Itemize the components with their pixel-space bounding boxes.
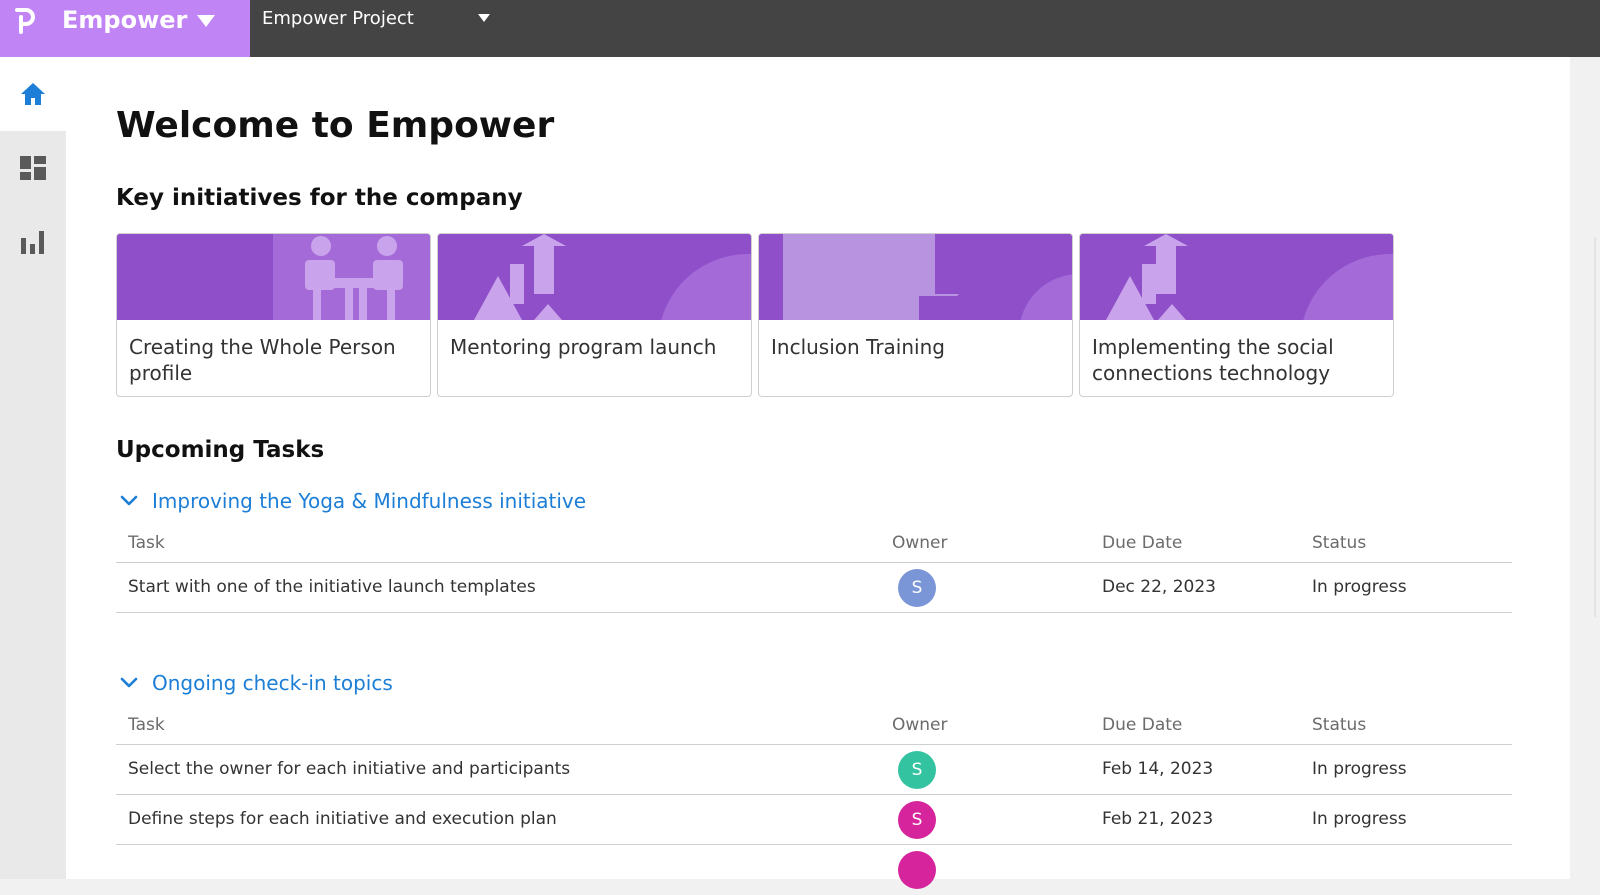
- column-header-task[interactable]: Task: [128, 533, 165, 553]
- task-name[interactable]: Select the owner for each initiative and…: [128, 759, 570, 779]
- column-header-status[interactable]: Status: [1312, 715, 1366, 735]
- task-group-title: Ongoing check-in topics: [152, 671, 393, 695]
- owner-avatar[interactable]: S: [898, 801, 936, 839]
- status-text: In progress: [1312, 759, 1407, 779]
- table-header: Task Owner Due Date Status: [116, 527, 1512, 563]
- initiatives-title: Key initiatives for the company: [116, 185, 523, 211]
- status-text: In progress: [1312, 809, 1407, 829]
- initiative-card-label: Inclusion Training: [771, 335, 945, 359]
- task-group-toggle[interactable]: Ongoing check-in topics: [116, 671, 393, 695]
- tasks-title: Upcoming Tasks: [116, 437, 325, 463]
- initiative-card[interactable]: Mentoring program launch: [437, 233, 752, 397]
- initiative-cards: Creating the Whole Person profile Mentor…: [116, 233, 1416, 397]
- dashboard-icon: [20, 156, 46, 180]
- column-header-owner[interactable]: Owner: [892, 715, 948, 735]
- arrows-up-icon: [438, 234, 751, 320]
- task-group-toggle[interactable]: Improving the Yoga & Mindfulness initiat…: [116, 489, 586, 513]
- initiative-card[interactable]: Creating the Whole Person profile: [116, 233, 431, 397]
- card-banner: [117, 234, 430, 320]
- column-header-owner[interactable]: Owner: [892, 533, 948, 553]
- speech-bubble-icon: [759, 234, 1072, 320]
- owner-avatar[interactable]: S: [898, 751, 936, 789]
- sidebar-item-home[interactable]: [0, 57, 66, 131]
- table-row[interactable]: Select the owner for each initiative and…: [116, 745, 1512, 795]
- column-header-task[interactable]: Task: [128, 715, 165, 735]
- scroll-edge: [1594, 237, 1596, 617]
- sidebar-item-reports[interactable]: [0, 205, 66, 279]
- owner-avatar-partial: [898, 851, 936, 889]
- chevron-down-icon: [120, 677, 138, 688]
- table-row-partial: [116, 845, 1512, 895]
- right-rail: [1570, 57, 1600, 879]
- task-table: Task Owner Due Date Status Start with on…: [116, 527, 1512, 613]
- sidebar-item-dashboard[interactable]: [0, 131, 66, 205]
- initiative-card[interactable]: Inclusion Training: [758, 233, 1073, 397]
- task-group-title: Improving the Yoga & Mindfulness initiat…: [152, 489, 587, 513]
- people-table-icon: [117, 234, 430, 320]
- task-name[interactable]: Start with one of the initiative launch …: [128, 577, 536, 597]
- owner-avatar[interactable]: S: [898, 569, 936, 607]
- task-table: Task Owner Due Date Status Select the ow…: [116, 709, 1512, 895]
- card-banner: [759, 234, 1072, 320]
- card-banner: [1080, 234, 1393, 320]
- brand-name: Empower: [62, 6, 188, 34]
- project-name[interactable]: Empower Project: [262, 8, 414, 29]
- column-header-due-date[interactable]: Due Date: [1102, 715, 1182, 735]
- project-dropdown-icon[interactable]: [478, 14, 490, 22]
- due-date: Dec 22, 2023: [1102, 577, 1217, 597]
- chevron-down-icon[interactable]: [196, 14, 216, 28]
- initiative-card-label: Implementing the social connections tech…: [1092, 335, 1334, 385]
- initiative-card[interactable]: Implementing the social connections tech…: [1079, 233, 1394, 397]
- status-text: In progress: [1312, 577, 1407, 597]
- table-row[interactable]: Define steps for each initiative and exe…: [116, 795, 1512, 845]
- table-header: Task Owner Due Date Status: [116, 709, 1512, 745]
- page-title: Welcome to Empower: [116, 105, 555, 146]
- due-date: Feb 14, 2023: [1102, 759, 1214, 779]
- chevron-down-icon: [120, 495, 138, 506]
- sidebar: [0, 57, 66, 879]
- top-bar: Empower Empower Project: [0, 0, 1600, 57]
- home-icon: [21, 83, 45, 105]
- main-content: Welcome to Empower Key initiatives for t…: [66, 57, 1570, 889]
- task-name[interactable]: Define steps for each initiative and exe…: [128, 809, 557, 829]
- column-header-status[interactable]: Status: [1312, 533, 1366, 553]
- initiative-card-label: Creating the Whole Person profile: [129, 335, 396, 385]
- bar-chart-icon: [21, 231, 44, 254]
- app-logo-icon: [15, 8, 35, 34]
- brand-switcher[interactable]: Empower: [0, 0, 250, 57]
- card-banner: [438, 234, 751, 320]
- due-date: Feb 21, 2023: [1102, 809, 1214, 829]
- table-row[interactable]: Start with one of the initiative launch …: [116, 563, 1512, 613]
- column-header-due-date[interactable]: Due Date: [1102, 533, 1182, 553]
- initiative-card-label: Mentoring program launch: [450, 335, 717, 359]
- arrows-up-icon: [1080, 234, 1393, 320]
